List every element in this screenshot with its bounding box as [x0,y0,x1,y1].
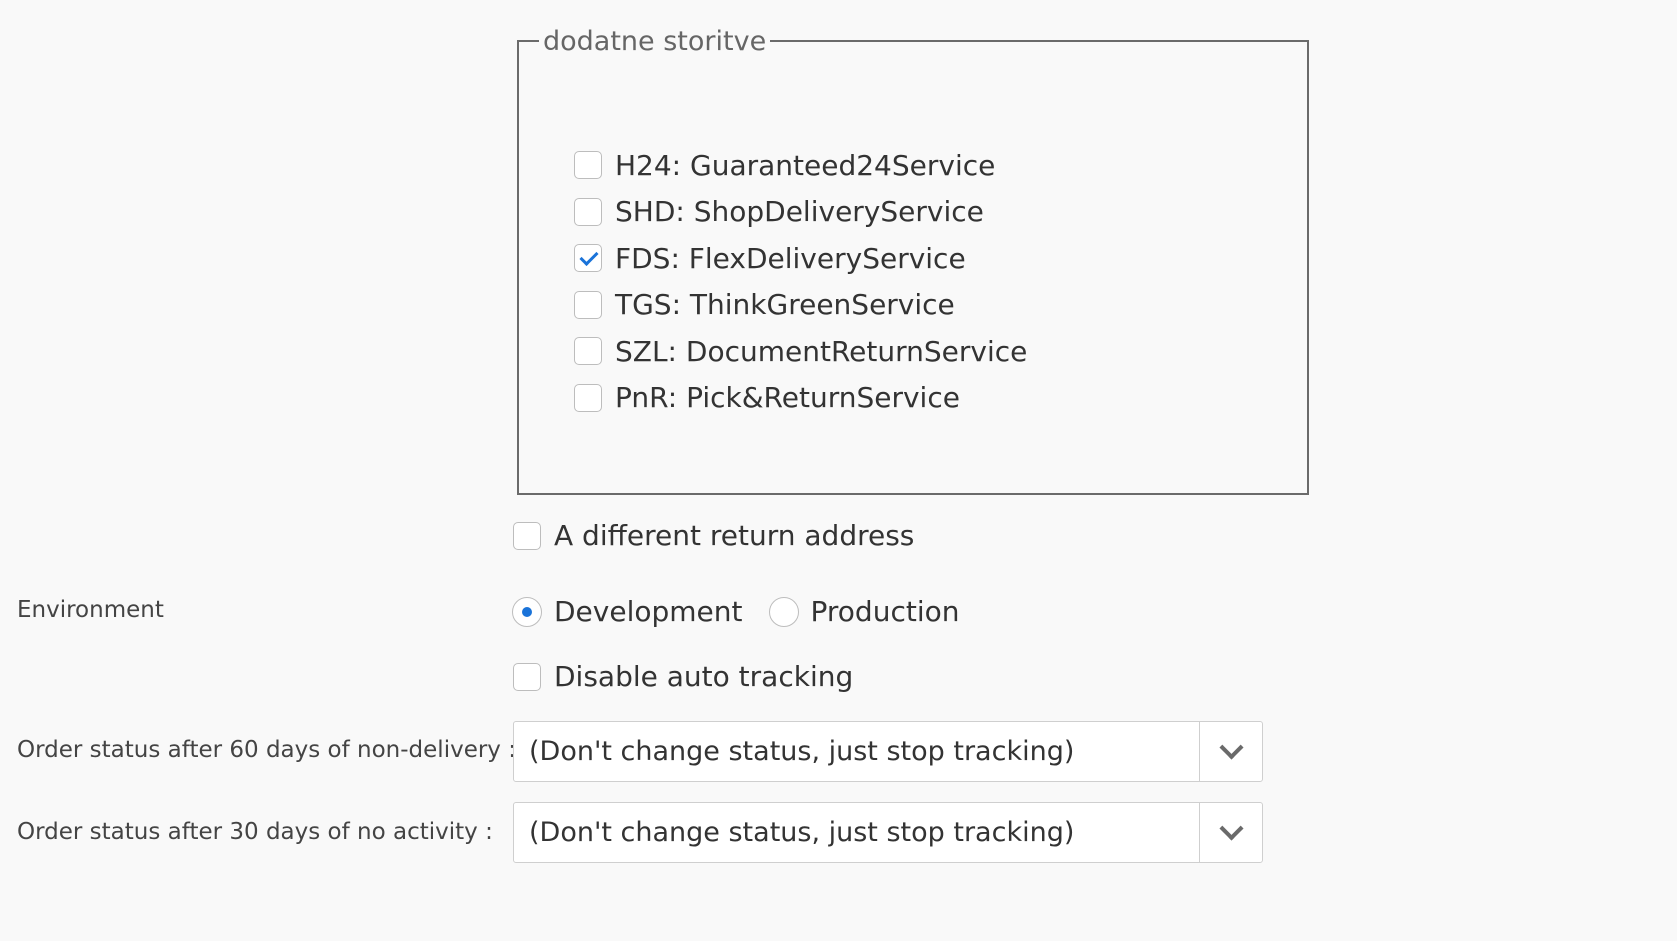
service-label: TGS: ThinkGreenService [615,288,955,322]
select-dropdown-button[interactable] [1199,803,1262,862]
service-checkbox[interactable] [574,197,602,226]
service-option-pnr[interactable]: PnR: Pick&ReturnService [574,375,1027,422]
development-radio[interactable] [512,596,542,627]
non-delivery-status-select[interactable]: (Don't change status, just stop tracking… [513,721,1263,782]
auto-tracking-option[interactable]: Disable auto tracking [513,660,853,693]
select-dropdown-button[interactable] [1199,722,1262,781]
development-label: Development [554,595,743,628]
production-label: Production [810,595,960,628]
service-label: FDS: FlexDeliveryService [615,241,966,275]
service-option-shd[interactable]: SHD: ShopDeliveryService [574,189,1027,236]
chevron-down-icon [1218,816,1244,841]
additional-services-fieldset: dodatne storitve H24: Guaranteed24Servic… [517,24,1309,495]
service-label: SZL: DocumentReturnService [615,334,1028,368]
environment-radio-group: Development Production [512,595,985,628]
service-label: SHD: ShopDeliveryService [615,195,984,229]
service-label: PnR: Pick&ReturnService [615,381,960,415]
production-radio[interactable] [768,596,799,627]
service-checkbox[interactable] [574,290,602,319]
no-activity-label: Order status after 30 days of no activit… [17,819,493,845]
service-option-fds[interactable]: FDS: FlexDeliveryService [574,235,1027,282]
service-checkbox[interactable] [574,151,602,180]
fieldset-legend: dodatne storitve [539,24,771,60]
service-option-tgs[interactable]: TGS: ThinkGreenService [574,282,1027,329]
select-value: (Don't change status, just stop tracking… [529,736,1075,767]
service-checkbox[interactable] [574,337,602,366]
return-address-checkbox[interactable] [513,521,541,550]
environment-label: Environment [17,597,164,623]
return-address-label: A different return address [554,519,915,552]
chevron-down-icon [1218,735,1244,760]
service-option-szl[interactable]: SZL: DocumentReturnService [574,328,1027,375]
select-value: (Don't change status, just stop tracking… [529,817,1075,848]
non-delivery-label: Order status after 60 days of non-delive… [17,737,516,763]
environment-option-development[interactable]: Development [512,595,743,628]
service-option-h24[interactable]: H24: Guaranteed24Service [574,142,1027,189]
no-activity-status-select[interactable]: (Don't change status, just stop tracking… [513,802,1263,863]
service-label: H24: Guaranteed24Service [615,148,996,182]
auto-tracking-label: Disable auto tracking [554,660,854,693]
services-list: H24: Guaranteed24Service SHD: ShopDelive… [574,142,1027,421]
environment-option-production[interactable]: Production [768,595,960,628]
auto-tracking-checkbox[interactable] [513,662,541,691]
service-checkbox[interactable] [574,383,602,412]
return-address-option[interactable]: A different return address [513,519,914,552]
service-checkbox[interactable] [574,244,602,273]
